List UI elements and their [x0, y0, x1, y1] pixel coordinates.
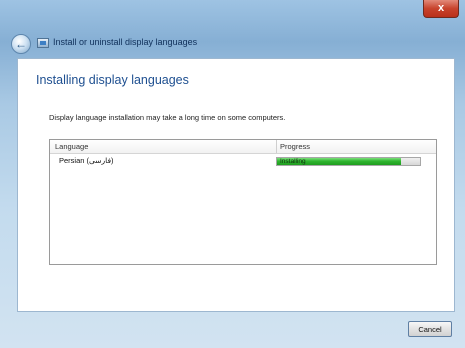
back-button[interactable]: ← — [11, 34, 31, 54]
progress-bar: Installing — [276, 157, 421, 166]
page-title: Installing display languages — [36, 73, 189, 87]
column-header-language[interactable]: Language — [55, 142, 88, 151]
language-name: Persian (فارسی) — [59, 156, 114, 165]
column-divider — [276, 140, 277, 153]
progress-status: Installing — [280, 158, 306, 165]
list-header: Language Progress — [50, 140, 436, 154]
list-item[interactable]: Persian (فارسی) Installing — [50, 154, 436, 168]
close-icon: x — [437, 2, 445, 14]
back-arrow-icon: ← — [15, 37, 27, 51]
footer: Cancel — [17, 312, 455, 348]
language-window-icon — [37, 38, 49, 48]
title-bar: x ← Install or uninstall display languag… — [0, 0, 465, 58]
column-header-progress[interactable]: Progress — [280, 142, 310, 151]
content-panel: Installing display languages Display lan… — [17, 58, 455, 312]
close-button[interactable]: x — [423, 0, 459, 18]
cancel-button[interactable]: Cancel — [408, 321, 452, 337]
window-title: Install or uninstall display languages — [53, 37, 198, 47]
description-text: Display language installation may take a… — [49, 113, 286, 122]
language-list: Language Progress Persian (فارسی) Instal… — [49, 139, 437, 265]
dialog-window: x ← Install or uninstall display languag… — [0, 0, 465, 348]
